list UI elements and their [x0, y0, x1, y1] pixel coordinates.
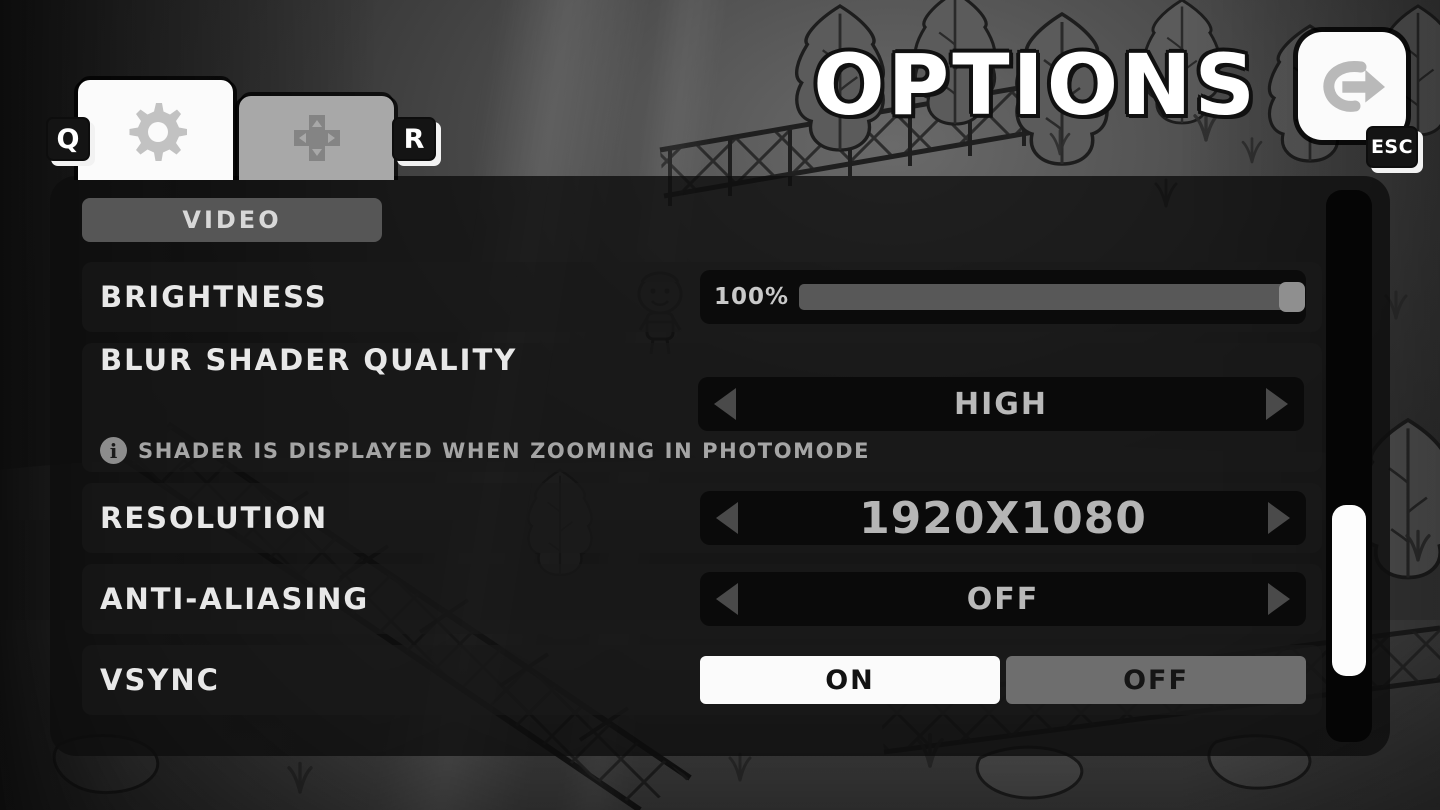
vsync-toggle[interactable]: ON OFF: [700, 656, 1306, 704]
chevron-right-icon[interactable]: [1266, 388, 1288, 420]
blur-shader-quality-value: HIGH: [953, 386, 1048, 422]
setting-label: VSYNC: [100, 663, 220, 697]
esc-keycap: ESC: [1366, 126, 1418, 168]
tab-controls[interactable]: [239, 96, 394, 180]
info-icon: i: [100, 437, 127, 464]
setting-row-brightness[interactable]: BRIGHTNESS 100%: [82, 262, 1322, 332]
setting-label: ANTI-ALIASING: [100, 582, 370, 616]
chevron-left-icon[interactable]: [716, 583, 738, 615]
brightness-value: 100%: [714, 284, 790, 310]
setting-label: BRIGHTNESS: [100, 280, 328, 314]
resolution-stepper[interactable]: 1920X1080: [700, 491, 1306, 545]
slider-track[interactable]: [799, 282, 1305, 312]
setting-hint: i SHADER IS DISPLAYED WHEN ZOOMING IN PH…: [100, 437, 1304, 464]
brightness-slider[interactable]: 100%: [700, 270, 1306, 324]
blur-shader-quality-control[interactable]: HIGH: [698, 377, 1304, 431]
setting-label: RESOLUTION: [100, 501, 329, 535]
tab-settings[interactable]: [78, 80, 233, 180]
chevron-left-icon[interactable]: [716, 502, 738, 534]
resolution-value: 1920X1080: [859, 492, 1147, 544]
setting-row-resolution[interactable]: RESOLUTION 1920X1080: [82, 483, 1322, 553]
scrollbar-thumb[interactable]: [1332, 504, 1366, 676]
anti-aliasing-control[interactable]: OFF: [700, 572, 1306, 626]
brightness-control[interactable]: 100%: [700, 270, 1306, 324]
slider-fill: [799, 284, 1292, 310]
options-list: VIDEO BRIGHTNESS 100% BLUR SHADER QUALIT…: [82, 198, 1322, 726]
anti-aliasing-value: OFF: [966, 581, 1040, 617]
blur-shader-quality-stepper[interactable]: HIGH: [698, 377, 1304, 431]
next-tab-keycap: R: [392, 117, 436, 161]
chevron-left-icon[interactable]: [714, 388, 736, 420]
options-scrollbar[interactable]: [1326, 190, 1372, 742]
setting-row-vsync[interactable]: VSYNC ON OFF: [82, 645, 1322, 715]
dpad-icon: [293, 115, 340, 161]
slider-knob[interactable]: [1279, 282, 1305, 312]
category-header-video: VIDEO: [82, 198, 382, 242]
vsync-option-off[interactable]: OFF: [1006, 656, 1306, 704]
options-screen: OPTIONS ESC Q R VIDEO BRIGHTNESS 100% BL…: [0, 0, 1440, 810]
back-button[interactable]: [1298, 32, 1406, 140]
return-arrow-icon: [1323, 61, 1385, 112]
anti-aliasing-stepper[interactable]: OFF: [700, 572, 1306, 626]
options-panel: VIDEO BRIGHTNESS 100% BLUR SHADER QUALIT…: [50, 176, 1390, 756]
setting-label: BLUR SHADER QUALITY: [100, 343, 518, 377]
chevron-right-icon[interactable]: [1268, 583, 1290, 615]
chevron-right-icon[interactable]: [1268, 502, 1290, 534]
hint-text: SHADER IS DISPLAYED WHEN ZOOMING IN PHOT…: [138, 438, 871, 463]
setting-row-anti-aliasing[interactable]: ANTI-ALIASING OFF: [82, 564, 1322, 634]
tab-strip: [78, 80, 394, 180]
vsync-control[interactable]: ON OFF: [700, 656, 1306, 704]
setting-row-blur-shader-quality[interactable]: BLUR SHADER QUALITY HIGH i SHADER IS DIS…: [82, 343, 1322, 472]
gear-icon: [129, 103, 187, 161]
resolution-control[interactable]: 1920X1080: [700, 491, 1306, 545]
page-title: OPTIONS: [813, 36, 1258, 134]
vsync-option-on[interactable]: ON: [700, 656, 1000, 704]
prev-tab-keycap: Q: [46, 117, 90, 161]
